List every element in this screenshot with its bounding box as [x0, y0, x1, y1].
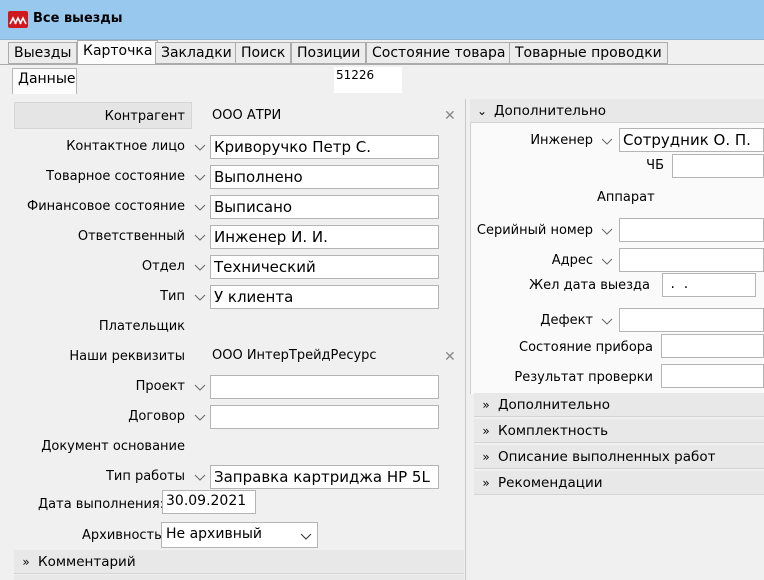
department-field[interactable]: Технический: [210, 255, 439, 279]
contract-label: Договор: [128, 409, 185, 424]
tab-tovarnye-provodki[interactable]: Товарные проводки: [509, 42, 668, 64]
contragent-clear-x-icon[interactable]: ✕: [444, 108, 456, 124]
extra-section-label: Дополнительно: [498, 397, 610, 413]
goods-state-label: Товарное состояние: [46, 169, 185, 184]
finance-state-label: Финансовое состояние: [27, 199, 185, 214]
chevron-down-icon[interactable]: [193, 259, 207, 277]
tab-poisk[interactable]: Поиск: [235, 42, 292, 64]
our-details-value[interactable]: ООО ИнтерТрейдРесурс: [212, 348, 377, 363]
double-chevron-down-icon: ⌄: [476, 104, 488, 118]
archive-select[interactable]: Не архивный: [161, 522, 318, 548]
engineer-field[interactable]: Сотрудник О. П.: [619, 128, 764, 152]
device-state-field[interactable]: [661, 334, 764, 358]
contract-field[interactable]: [210, 405, 439, 429]
project-label: Проект: [135, 379, 185, 394]
finance-state-field[interactable]: Выписано: [210, 195, 439, 219]
type-label: Тип: [160, 289, 185, 304]
desired-date-field[interactable]: . .: [662, 273, 756, 297]
window-title: Все выезды: [33, 11, 123, 26]
address-label: Адрес: [551, 253, 593, 268]
type-field[interactable]: У клиента: [210, 285, 439, 309]
work-description-section-label: Описание выполненных работ: [498, 449, 716, 465]
chevron-down-icon[interactable]: [193, 469, 207, 487]
extra-open-section-bar[interactable]: ⌄ Дополнительно: [470, 99, 764, 123]
done-date-label: Дата выполнения:: [38, 497, 165, 512]
done-date-field[interactable]: 30.09.2021: [162, 490, 256, 514]
chevron-down-icon[interactable]: [193, 289, 207, 307]
tab-sostoyanie-tovara[interactable]: Состояние товара: [366, 42, 512, 64]
contragent-label: Контрагент: [104, 109, 185, 124]
card-number: 51226: [334, 67, 402, 93]
defect-field[interactable]: [619, 308, 764, 332]
chevron-down-icon[interactable]: [193, 169, 207, 187]
address-field[interactable]: [619, 248, 764, 272]
chevron-down-icon[interactable]: [600, 133, 614, 151]
payer-label: Плательщик: [98, 319, 185, 334]
tab-kartochka[interactable]: Карточка: [77, 40, 159, 65]
recommendations-section-bar[interactable]: » Рекомендации: [474, 471, 764, 495]
double-chevron-right-icon: »: [22, 555, 30, 569]
comment-section-label: Комментарий: [38, 554, 136, 570]
double-chevron-right-icon: »: [482, 450, 490, 464]
device-state-label: Состояние прибора: [519, 340, 653, 355]
chevron-down-icon[interactable]: [193, 139, 207, 157]
chevron-down-icon[interactable]: [193, 229, 207, 247]
double-chevron-right-icon: »: [482, 398, 490, 412]
goods-state-field[interactable]: Выполнено: [210, 165, 439, 189]
comment-section-edge: [14, 575, 464, 580]
serial-label: Серийный номер: [476, 223, 593, 238]
engineer-label: Инженер: [530, 133, 593, 148]
our-details-label: Наши реквизиты: [69, 349, 185, 364]
panel-splitter[interactable]: [465, 99, 466, 580]
responsible-field[interactable]: Инженер И. И.: [210, 225, 439, 249]
department-label: Отдел: [141, 259, 185, 274]
defect-label: Дефект: [540, 313, 593, 328]
completeness-section-label: Комплектность: [498, 423, 609, 439]
archive-select-value: Не архивный: [166, 526, 262, 542]
contact-person-label: Контактное лицо: [66, 139, 185, 154]
contragent-value[interactable]: ООО АТРИ: [212, 108, 281, 123]
double-chevron-right-icon: »: [482, 424, 490, 438]
tab-strip-divider: [0, 64, 764, 65]
completeness-section-bar[interactable]: » Комплектность: [474, 419, 764, 443]
double-chevron-right-icon: »: [482, 476, 490, 490]
app-logo-icon: [8, 11, 28, 28]
responsible-label: Ответственный: [77, 229, 185, 244]
chevron-down-icon[interactable]: [600, 313, 614, 331]
desired-date-label: Жел дата выезда: [529, 278, 650, 293]
work-type-label: Тип работы: [105, 469, 185, 484]
comment-section-bar[interactable]: » Комментарий: [14, 550, 464, 574]
tab-pozicii[interactable]: Позиции: [291, 42, 367, 64]
recommendations-section-label: Рекомендации: [498, 475, 603, 491]
chevron-down-icon[interactable]: [193, 199, 207, 217]
extra-open-label: Дополнительно: [494, 103, 606, 119]
tab-vyezdy[interactable]: Выезды: [8, 42, 78, 64]
chevron-down-icon[interactable]: [193, 379, 207, 397]
check-result-label: Результат проверки: [514, 370, 653, 385]
base-doc-label: Документ основание: [41, 439, 185, 454]
work-description-section-bar[interactable]: » Описание выполненных работ: [474, 445, 764, 469]
our-details-clear-x-icon[interactable]: ✕: [444, 349, 456, 365]
serial-field[interactable]: [619, 218, 764, 242]
work-type-field[interactable]: Заправка картриджа HP 5L: [210, 465, 439, 489]
chevron-down-icon[interactable]: [600, 223, 614, 241]
device-heading: Аппарат: [597, 190, 655, 205]
tab-zakladki[interactable]: Закладки: [155, 42, 238, 64]
check-result-field[interactable]: [661, 364, 764, 388]
bw-field[interactable]: [672, 154, 764, 178]
archive-label: Архивность: [82, 528, 162, 543]
contact-person-field[interactable]: Криворучко Петр С.: [210, 135, 439, 159]
project-field[interactable]: [210, 375, 439, 399]
chevron-down-icon[interactable]: [193, 409, 207, 427]
subtab-dannye[interactable]: Данные: [12, 68, 77, 94]
bw-label: ЧБ: [646, 158, 664, 173]
chevron-down-icon[interactable]: [600, 253, 614, 271]
chevron-down-icon: [300, 529, 312, 545]
extra-section-bar[interactable]: » Дополнительно: [474, 393, 764, 417]
